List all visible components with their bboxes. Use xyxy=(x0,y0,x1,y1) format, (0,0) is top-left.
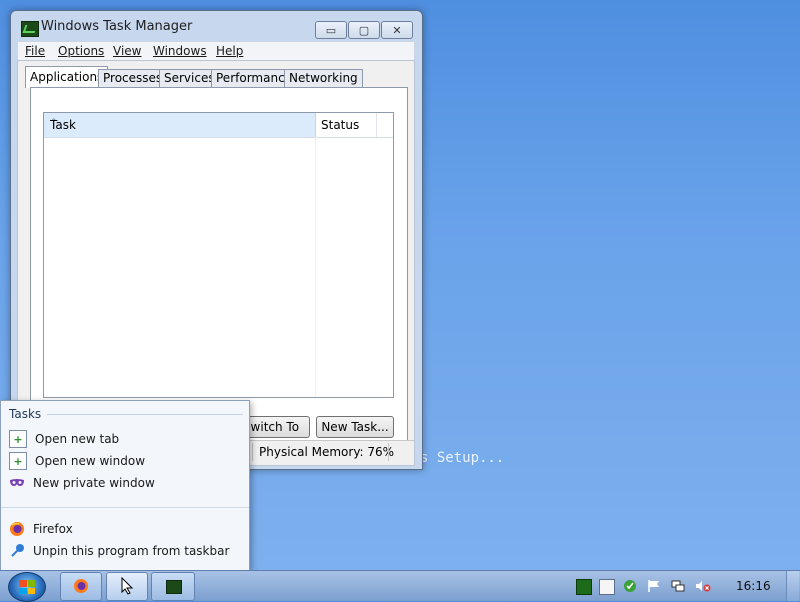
minimize-button[interactable]: ▭ xyxy=(315,21,347,39)
maximize-button[interactable]: ▢ xyxy=(348,21,380,39)
jump-item-unpin[interactable]: Unpin this program from taskbar xyxy=(9,540,241,562)
tab-processes[interactable]: Processes xyxy=(98,69,168,88)
jump-item-label: Open new tab xyxy=(35,432,120,446)
close-button[interactable]: ✕ xyxy=(381,21,413,39)
start-button[interactable] xyxy=(8,572,46,602)
close-icon: ✕ xyxy=(392,23,402,37)
menu-windows[interactable]: Windows xyxy=(153,44,207,58)
tray-action-center-flag-icon[interactable] xyxy=(647,579,661,593)
status-bar-blank-segment xyxy=(388,443,415,461)
tray-security-check-icon[interactable] xyxy=(623,579,637,593)
taskbar-active-item[interactable] xyxy=(106,572,148,601)
firefox-jump-list: Tasks + Open new tab + Open new window N… xyxy=(0,400,250,571)
menu-view[interactable]: View xyxy=(113,44,141,58)
jump-item-new-private-window[interactable]: New private window xyxy=(9,472,241,494)
jump-item-label: Firefox xyxy=(33,522,73,536)
taskbar: 16:16 xyxy=(0,570,800,602)
maximize-icon: ▢ xyxy=(358,23,370,37)
windows-logo-icon xyxy=(19,580,35,594)
window-title: Windows Task Manager xyxy=(41,19,193,34)
jump-list-heading: Tasks xyxy=(9,407,42,421)
show-desktop-button[interactable] xyxy=(786,571,799,601)
jump-item-firefox[interactable]: Firefox xyxy=(9,518,241,540)
task-manager-icon xyxy=(21,21,39,37)
firefox-icon xyxy=(9,521,25,537)
new-task-button[interactable]: New Task... xyxy=(316,416,394,438)
heading-divider xyxy=(47,414,243,415)
private-mask-icon xyxy=(9,475,25,491)
jump-item-open-new-window[interactable]: + Open new window xyxy=(9,450,241,472)
tray-network-icon[interactable] xyxy=(671,579,685,593)
tray-task-manager-icon[interactable] xyxy=(576,579,592,595)
menu-help[interactable]: Help xyxy=(216,44,243,58)
jump-list-separator xyxy=(1,507,249,508)
taskbar-task-manager[interactable] xyxy=(151,572,195,601)
physical-memory-status: Physical Memory: 76% xyxy=(252,443,394,461)
tab-networking[interactable]: Networking xyxy=(284,69,363,88)
mouse-cursor-icon xyxy=(121,576,135,598)
tab-applications[interactable]: Applications xyxy=(25,66,109,88)
column-task-label: Task xyxy=(50,118,76,132)
column-status-label: Status xyxy=(321,118,360,132)
column-divider xyxy=(315,137,316,397)
firefox-icon xyxy=(73,578,89,597)
desktop-background-text: s Setup... xyxy=(420,450,505,466)
menu-file[interactable]: File xyxy=(25,44,45,58)
column-header-status[interactable]: Status xyxy=(316,113,377,137)
column-header-task[interactable]: ^ Task xyxy=(44,113,316,137)
unpin-icon xyxy=(9,543,25,559)
plus-tab-icon: + xyxy=(9,430,27,448)
jump-item-label: Unpin this program from taskbar xyxy=(33,544,230,558)
jump-item-label: Open new window xyxy=(35,454,146,468)
menu-options[interactable]: Options xyxy=(58,44,104,58)
minimize-icon: ▭ xyxy=(325,23,337,37)
list-header: ^ Task Status xyxy=(44,113,393,138)
jump-item-label: New private window xyxy=(33,476,155,490)
taskbar-firefox[interactable] xyxy=(60,572,102,601)
tray-volume-muted-icon[interactable] xyxy=(695,579,711,593)
task-manager-icon xyxy=(166,580,182,594)
plus-window-icon: + xyxy=(9,452,27,470)
tray-document-icon[interactable] xyxy=(599,579,615,595)
menu-bar: File Options View Windows Help xyxy=(17,41,415,61)
jump-item-open-new-tab[interactable]: + Open new tab xyxy=(9,428,241,450)
task-list[interactable]: ^ Task Status xyxy=(43,112,394,398)
taskbar-clock[interactable]: 16:16 xyxy=(736,579,771,593)
title-bar[interactable]: Windows Task Manager ▭ ▢ ✕ xyxy=(11,11,422,41)
